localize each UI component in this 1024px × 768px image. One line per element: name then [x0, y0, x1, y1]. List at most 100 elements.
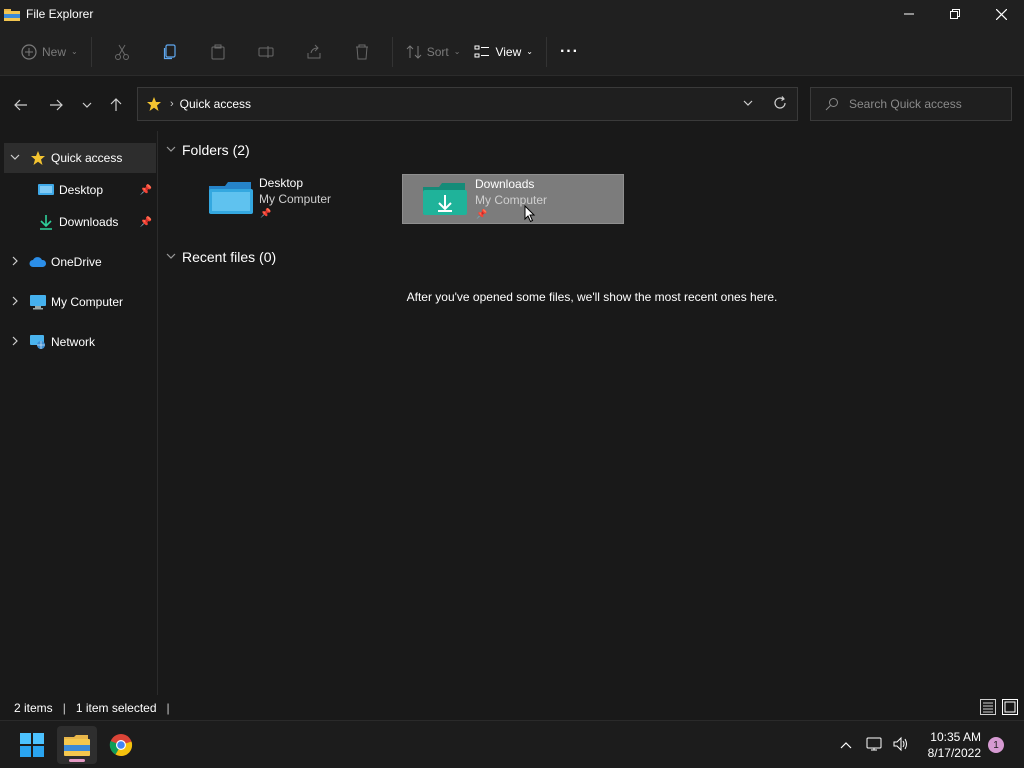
arrow-up-icon: [110, 98, 122, 111]
title-bar: File Explorer: [0, 0, 1024, 28]
chevron-down-icon[interactable]: [10, 152, 20, 165]
address-bar[interactable]: › Quick access: [137, 87, 798, 121]
search-input[interactable]: Search Quick access: [810, 87, 1012, 121]
ethernet-icon: [866, 737, 882, 750]
tiles-view-icon: [1004, 701, 1016, 713]
sidebar-item-my-computer[interactable]: My Computer: [4, 287, 156, 317]
downloads-folder-icon: [423, 181, 467, 217]
chevron-down-icon: [166, 144, 176, 157]
close-icon: [995, 8, 1007, 20]
windows-logo-icon: [20, 733, 44, 757]
chrome-icon: [109, 734, 133, 757]
taskbar-clock[interactable]: 10:35 AM 8/17/2022: [928, 729, 981, 761]
file-explorer-icon: [4, 8, 20, 21]
system-tray: [840, 721, 910, 768]
volume-icon: [893, 736, 907, 751]
pin-icon: 📌: [139, 216, 152, 228]
divider: [90, 36, 92, 67]
folders-section-header[interactable]: Folders (2): [166, 142, 250, 158]
share-icon: [307, 44, 321, 58]
copy-icon: [163, 43, 176, 59]
sidebar-item-onedrive[interactable]: OneDrive: [4, 247, 156, 277]
arrow-left-icon: [14, 99, 27, 111]
chevron-right-icon[interactable]: [10, 256, 20, 269]
desktop-icon: [37, 181, 55, 199]
section-title: Folders (2): [182, 142, 250, 158]
close-button[interactable]: [978, 0, 1024, 28]
notification-badge[interactable]: 1: [988, 737, 1004, 753]
star-icon: [29, 149, 47, 167]
folder-name: Desktop: [259, 176, 304, 190]
sidebar-item-quick-access[interactable]: Quick access: [4, 143, 156, 173]
chevron-right-icon[interactable]: [10, 296, 20, 309]
taskbar-chrome[interactable]: [101, 726, 141, 764]
recent-locations-button[interactable]: [77, 95, 97, 115]
pin-icon: 📌: [260, 208, 272, 218]
up-button[interactable]: [106, 95, 126, 115]
folder-name: Downloads: [475, 177, 535, 191]
recent-files-empty-message: After you've opened some files, we'll sh…: [406, 290, 778, 304]
rename-button[interactable]: [250, 36, 282, 68]
item-count: 2 items: [14, 700, 53, 715]
sort-icon: [406, 44, 422, 59]
new-label: New: [42, 44, 67, 59]
sidebar-item-desktop[interactable]: Desktop 📌: [4, 175, 156, 205]
refresh-button[interactable]: [773, 96, 787, 113]
delete-button[interactable]: [346, 36, 378, 68]
sidebar-item-network[interactable]: Network: [4, 327, 156, 357]
tiles-view-toggle[interactable]: [1002, 699, 1018, 715]
show-hidden-icons-button[interactable]: [840, 738, 852, 752]
folder-location: My Computer: [259, 192, 332, 206]
minimize-button[interactable]: [886, 0, 932, 28]
copy-button[interactable]: [154, 36, 186, 68]
sidebar-item-label: Desktop: [59, 183, 104, 197]
view-label: View: [495, 44, 522, 59]
chevron-right-icon[interactable]: [10, 336, 20, 349]
share-button[interactable]: [298, 36, 330, 68]
view-button[interactable]: View ⌄: [467, 36, 540, 68]
paste-button[interactable]: [202, 36, 234, 68]
chevron-down-icon: ⌄: [453, 47, 461, 56]
pin-icon: 📌: [139, 184, 152, 196]
sidebar-item-label: Quick access: [51, 151, 123, 165]
more-icon: ···: [559, 42, 579, 60]
section-title: Recent files (0): [182, 249, 277, 265]
plus-circle-icon: [21, 43, 37, 60]
sidebar-item-label: My Computer: [51, 295, 124, 309]
network-status-button[interactable]: [866, 736, 884, 755]
new-button[interactable]: New ⌄: [14, 36, 85, 68]
folder-tile-desktop[interactable]: Desktop My Computer 📌: [174, 174, 396, 224]
taskbar: 10:35 AM 8/17/2022 1: [0, 720, 1024, 768]
cut-button[interactable]: [106, 36, 138, 68]
breadcrumb-quick-access[interactable]: Quick access: [180, 97, 251, 111]
divider: [391, 36, 393, 67]
sidebar-item-downloads[interactable]: Downloads 📌: [4, 207, 156, 237]
recent-section-header[interactable]: Recent files (0): [166, 249, 276, 265]
breadcrumb-separator-icon: ›: [170, 98, 174, 110]
download-icon: [37, 213, 55, 231]
chevron-down-icon: [166, 251, 176, 264]
mouse-cursor-icon: [524, 205, 536, 223]
more-options-button[interactable]: ···: [553, 36, 586, 68]
chevron-down-icon: [743, 100, 753, 106]
sort-label: Sort: [426, 44, 449, 59]
address-dropdown-button[interactable]: [743, 97, 753, 111]
start-button[interactable]: [12, 726, 52, 764]
refresh-icon: [774, 96, 786, 109]
taskbar-file-explorer[interactable]: [57, 726, 97, 764]
volume-button[interactable]: [892, 736, 910, 755]
details-view-toggle[interactable]: [980, 699, 996, 715]
navigation-pane: Quick access Desktop 📌 Downloads 📌 OneDr…: [0, 131, 158, 695]
sort-button[interactable]: Sort ⌄: [399, 36, 468, 68]
folder-tile-downloads[interactable]: Downloads My Computer 📌: [402, 174, 624, 224]
back-button[interactable]: [11, 95, 31, 115]
restore-button[interactable]: [932, 0, 978, 28]
divider: [545, 36, 547, 67]
sidebar-item-label: Network: [51, 335, 96, 349]
sidebar-item-label: Downloads: [59, 215, 119, 229]
clock-time: 10:35 AM: [930, 730, 981, 744]
cloud-icon: [29, 253, 47, 271]
address-row: › Quick access Search Quick access: [0, 77, 1024, 131]
forward-button[interactable]: [46, 95, 66, 115]
trash-icon: [355, 44, 368, 59]
